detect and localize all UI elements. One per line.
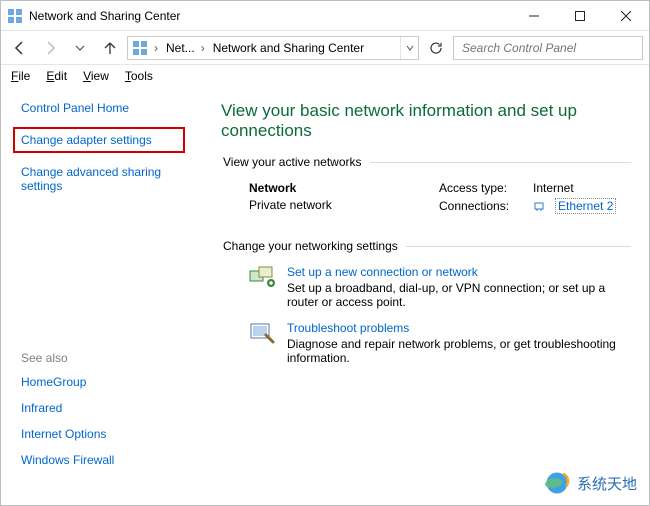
action-title[interactable]: Troubleshoot problems [287, 321, 631, 335]
breadcrumb-segment[interactable]: Net... [160, 37, 199, 59]
access-type-label: Access type: [439, 181, 523, 195]
seealso-internet-options[interactable]: Internet Options [21, 427, 106, 441]
access-type-value: Internet [533, 181, 574, 195]
seealso-homegroup[interactable]: HomeGroup [21, 375, 86, 389]
menu-edit[interactable]: Edit [46, 69, 67, 83]
breadcrumb-segment[interactable]: Network and Sharing Center [207, 37, 368, 59]
sidebar-control-panel-home[interactable]: Control Panel Home [21, 101, 129, 115]
watermark: 系统天地 [539, 467, 641, 499]
title-bar: Network and Sharing Center [1, 1, 649, 31]
ethernet-icon [533, 200, 545, 212]
up-button[interactable] [97, 35, 123, 61]
location-icon [132, 40, 148, 56]
content-area: Control Panel Home Change adapter settin… [1, 87, 649, 505]
maximize-button[interactable] [557, 1, 603, 30]
action-troubleshoot: Troubleshoot problems Diagnose and repai… [221, 319, 631, 375]
action-title[interactable]: Set up a new connection or network [287, 265, 631, 279]
network-summary: Network Private network [249, 181, 419, 217]
minimize-button[interactable] [511, 1, 557, 30]
watermark-text: 系统天地 [577, 473, 637, 494]
connections-label: Connections: [439, 199, 523, 213]
group-legend: View your active networks [221, 155, 370, 169]
menu-view[interactable]: View [83, 69, 109, 83]
refresh-button[interactable] [423, 36, 449, 60]
group-legend: Change your networking settings [221, 239, 406, 253]
app-icon [7, 8, 23, 24]
chevron-right-icon[interactable]: › [199, 41, 207, 55]
menu-file[interactable]: File [11, 69, 30, 83]
page-heading: View your basic network information and … [221, 101, 631, 141]
action-setup-connection: Set up a new connection or network Set u… [221, 263, 631, 319]
troubleshoot-icon [249, 321, 277, 365]
globe-icon [543, 469, 571, 497]
see-also-heading: See also [21, 351, 199, 365]
menu-tools[interactable]: Tools [125, 69, 153, 83]
recent-locations-button[interactable] [67, 35, 93, 61]
search-input[interactable] [460, 40, 636, 56]
action-description: Set up a broadband, dial-up, or VPN conn… [287, 281, 631, 309]
setup-connection-icon [249, 265, 277, 309]
navigation-bar: › Net... › Network and Sharing Center [1, 31, 649, 65]
networking-settings-group: Change your networking settings Set up a… [221, 239, 631, 381]
connection-link[interactable]: Ethernet 2 [555, 198, 616, 214]
action-description: Diagnose and repair network problems, or… [287, 337, 631, 365]
active-networks-group: View your active networks Network Privat… [221, 155, 631, 225]
window-title: Network and Sharing Center [29, 9, 511, 23]
network-type: Private network [249, 198, 419, 212]
seealso-windows-firewall[interactable]: Windows Firewall [21, 453, 114, 467]
close-button[interactable] [603, 1, 649, 30]
see-also-section: See also HomeGroup Infrared Internet Opt… [21, 351, 199, 493]
seealso-infrared[interactable]: Infrared [21, 401, 62, 415]
address-bar[interactable]: › Net... › Network and Sharing Center [127, 36, 419, 60]
sidebar: Control Panel Home Change adapter settin… [1, 87, 211, 505]
back-button[interactable] [7, 35, 33, 61]
sidebar-change-adapter-settings[interactable]: Change adapter settings [21, 133, 152, 147]
window-controls [511, 1, 649, 30]
address-dropdown-button[interactable] [400, 37, 418, 59]
highlight-box: Change adapter settings [13, 127, 185, 153]
search-box[interactable] [453, 36, 643, 60]
menu-bar: File Edit View Tools [1, 65, 649, 87]
chevron-right-icon[interactable]: › [152, 41, 160, 55]
forward-button[interactable] [37, 35, 63, 61]
sidebar-change-advanced-sharing[interactable]: Change advanced sharing settings [21, 165, 161, 193]
network-name: Network [249, 181, 419, 195]
main-panel: View your basic network information and … [211, 87, 649, 505]
